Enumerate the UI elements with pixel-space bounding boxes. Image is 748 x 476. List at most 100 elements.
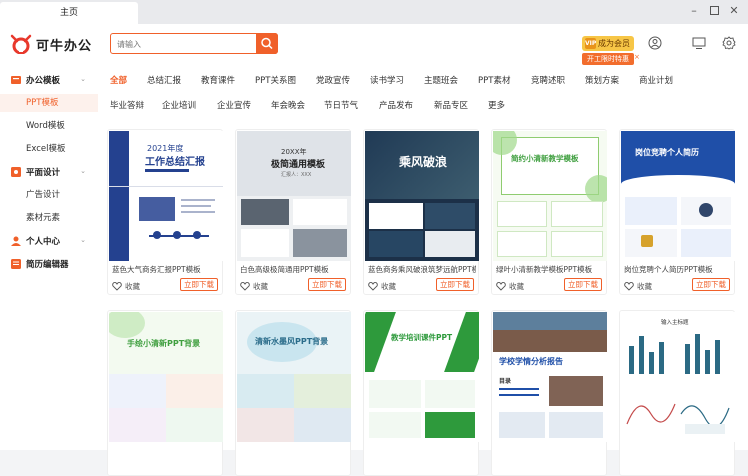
search-input[interactable] <box>117 37 253 51</box>
template-card[interactable]: 清新水墨风PPT背景 <box>235 310 351 476</box>
heart-icon <box>496 281 506 291</box>
tab-home[interactable]: 主页 <box>0 2 138 24</box>
thumb-heading: 20XX年 <box>281 148 307 156</box>
sidebar-item-excel[interactable]: Excel模板 <box>0 140 98 158</box>
template-thumbnail: 简约小清新教学模板 <box>493 131 607 261</box>
sidebar-item-ppt[interactable]: PPT模板 <box>0 94 98 112</box>
card-title: 白色高级极简通用PPT模板 <box>240 265 329 274</box>
category-item[interactable]: 主题班会 <box>424 74 458 88</box>
category-item[interactable]: 产品发布 <box>379 99 413 113</box>
sidebar-group-personal[interactable]: 个人中心 ⌄ <box>0 232 98 250</box>
card-title: 蓝色商务乘风破浪筑梦远航PPT模... <box>368 265 476 274</box>
template-card[interactable]: 输入主标题 <box>619 310 735 476</box>
category-item[interactable]: PPT关系图 <box>255 74 296 88</box>
download-button[interactable]: 立即下载 <box>436 278 474 291</box>
category-item[interactable]: 毕业答辩 <box>110 99 144 113</box>
favorite-button[interactable]: 收藏 <box>112 280 140 292</box>
logo-text: 可牛办公 <box>36 38 93 54</box>
sidebar-group-label: 个人中心 <box>26 237 61 247</box>
minimize-icon[interactable]: – <box>686 4 702 18</box>
thumb-subheading: 极简通用模板 <box>271 160 326 170</box>
resume-icon <box>11 259 21 269</box>
template-card[interactable]: 简约小清新教学模板 绿叶小清新教学模板PPT模板 收藏 立即下载 <box>491 129 607 295</box>
template-thumbnail: 20XX年 极简通用模板 汇报人：XXX <box>237 131 351 261</box>
sidebar-item-ad[interactable]: 广告设计 <box>0 186 98 204</box>
heart-icon <box>368 281 378 291</box>
favorite-button[interactable]: 收藏 <box>624 280 652 292</box>
sidebar-group-resume[interactable]: 简历编辑器 <box>0 255 98 273</box>
heart-icon <box>240 281 250 291</box>
vip-label: 成为会员 <box>598 39 630 48</box>
search-button[interactable] <box>256 33 278 54</box>
template-card[interactable]: 手绘小清新PPT背景 <box>107 310 223 476</box>
favorite-label: 收藏 <box>509 281 524 291</box>
chevron-down-icon: ⌄ <box>80 75 86 83</box>
thumb-heading: 教学培训课件PPT <box>391 333 453 342</box>
sidebar-item-word[interactable]: Word模板 <box>0 117 98 135</box>
sidebar-item-material[interactable]: 素材元素 <box>0 209 98 227</box>
monitor-icon[interactable] <box>692 36 706 50</box>
category-item[interactable]: 新品专区 <box>434 99 468 113</box>
category-item[interactable]: 策划方案 <box>585 74 619 88</box>
template-thumbnail: 手绘小清新PPT背景 <box>109 312 223 442</box>
category-item[interactable]: 企业宣传 <box>217 99 251 113</box>
category-item[interactable]: 党政宣传 <box>316 74 350 88</box>
category-item[interactable]: 年会晚会 <box>271 99 305 113</box>
thumb-heading: 学校学情分析报告 <box>499 357 563 366</box>
sidebar-group-label: 平面设计 <box>26 168 61 178</box>
category-item[interactable]: 教育课件 <box>201 74 235 88</box>
app-header: 可牛办公 VIP 成为会员 开工限时特惠 × <box>0 24 748 65</box>
search-icon <box>261 37 273 50</box>
download-button[interactable]: 立即下载 <box>308 278 346 291</box>
user-icon[interactable] <box>648 36 662 50</box>
maximize-icon[interactable] <box>706 4 722 18</box>
main-content: 全部 总结汇报 教育课件 PPT关系图 党政宣传 读书学习 主题班会 PPT素材… <box>98 64 748 476</box>
category-item[interactable]: 读书学习 <box>370 74 404 88</box>
favorite-label: 收藏 <box>253 281 268 291</box>
template-thumbnail: 清新水墨风PPT背景 <box>237 312 351 442</box>
template-card[interactable]: 乘风破浪 蓝色商务乘风破浪筑梦远航PPT模... 收藏 立即下载 <box>363 129 479 295</box>
favorite-label: 收藏 <box>125 281 140 291</box>
template-card[interactable]: 20XX年 极简通用模板 汇报人：XXX 白色高级极简通用PPT模板 收藏 立即… <box>235 129 351 295</box>
logo[interactable]: 可牛办公 <box>10 33 94 55</box>
template-card[interactable]: 岗位竞聘个人简历 岗位竞聘个人简历PPT模板 收藏 立即下载 <box>619 129 735 295</box>
sidebar-group-design[interactable]: 平面设计 ⌄ <box>0 163 98 181</box>
download-button[interactable]: 立即下载 <box>180 278 218 291</box>
sidebar-group-label: 办公模板 <box>26 76 61 86</box>
category-item[interactable]: 商业计划 <box>639 74 673 88</box>
thumb-note: 汇报人：XXX <box>281 172 312 178</box>
favorite-label: 收藏 <box>637 281 652 291</box>
design-icon <box>11 167 21 177</box>
title-bar: 主页 – ✕ <box>0 0 748 24</box>
thumb-heading: 岗位竞聘个人简历 <box>635 148 699 157</box>
category-item[interactable]: 节日节气 <box>324 99 358 113</box>
download-button[interactable]: 立即下载 <box>692 278 730 291</box>
gear-icon[interactable] <box>722 36 736 50</box>
vip-button[interactable]: VIP 成为会员 <box>582 36 634 51</box>
close-icon[interactable]: ✕ <box>726 4 742 18</box>
favorite-button[interactable]: 收藏 <box>368 280 396 292</box>
card-title: 绿叶小清新教学模板PPT模板 <box>496 265 593 274</box>
template-thumbnail: 岗位竞聘个人简历 <box>621 131 735 261</box>
category-item[interactable]: PPT素材 <box>478 74 510 88</box>
favorite-button[interactable]: 收藏 <box>240 280 268 292</box>
template-card[interactable]: 学校学情分析报告 目录 <box>491 310 607 476</box>
favorite-button[interactable]: 收藏 <box>496 280 524 292</box>
template-card[interactable]: 2021年度 工作总结汇报 蓝色大气商务汇报PPT模板 收藏 立即下载 <box>107 129 223 295</box>
category-item[interactable]: 总结汇报 <box>147 74 181 88</box>
thumb-heading: 手绘小清新PPT背景 <box>127 339 201 348</box>
favorite-label: 收藏 <box>381 281 396 291</box>
sidebar-group-office[interactable]: 办公模板 ⌄ <box>0 71 98 89</box>
thumb-subheading: 工作总结汇报 <box>145 157 205 168</box>
category-item[interactable]: 更多 <box>488 99 505 113</box>
promo-banner[interactable]: 开工限时特惠 <box>582 53 634 65</box>
category-all[interactable]: 全部 <box>110 74 127 88</box>
thumb-heading: 输入主标题 <box>661 320 689 326</box>
template-card[interactable]: 教学培训课件PPT <box>363 310 479 476</box>
category-item[interactable]: 竞聘述职 <box>531 74 565 88</box>
thumb-heading: 乘风破浪 <box>399 155 448 169</box>
category-item[interactable]: 企业培训 <box>162 99 196 113</box>
download-button[interactable]: 立即下载 <box>564 278 602 291</box>
sidebar: 办公模板 ⌄ PPT模板 Word模板 Excel模板 平面设计 ⌄ 广告设计 … <box>0 64 98 450</box>
promo-close-icon[interactable]: × <box>634 53 640 61</box>
